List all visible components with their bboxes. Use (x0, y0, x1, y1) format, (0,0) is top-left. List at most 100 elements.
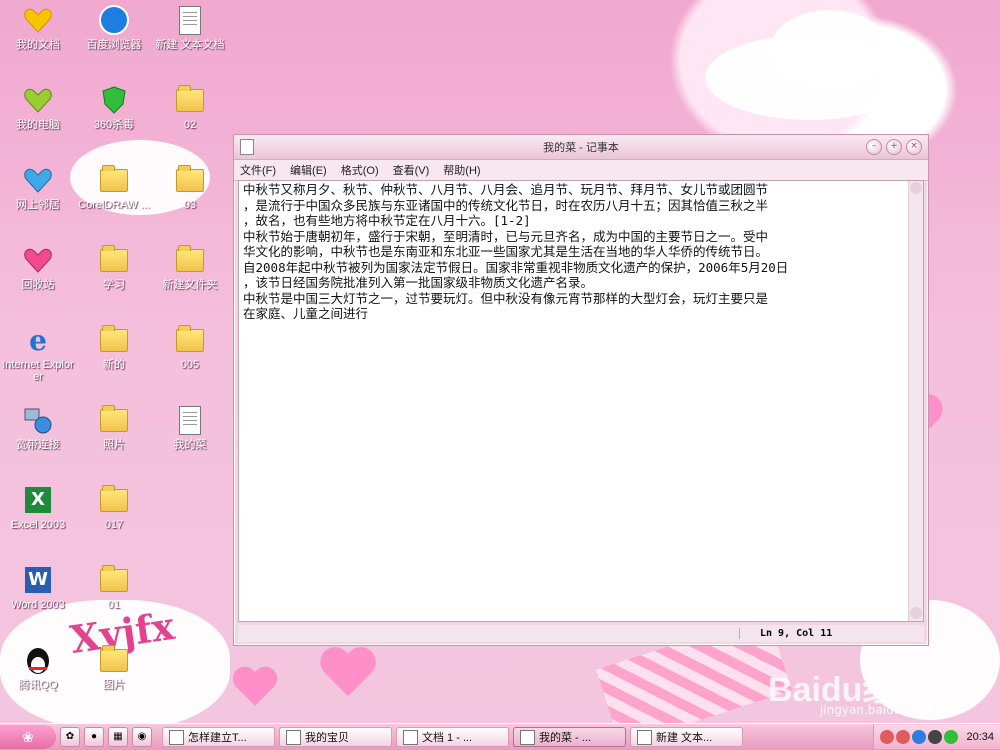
folder-icon (97, 483, 131, 517)
shield-icon (97, 83, 131, 117)
excel-icon: X (21, 483, 55, 517)
folder-icon (173, 83, 207, 117)
heart-icon (21, 3, 55, 37)
vertical-scrollbar[interactable] (908, 181, 923, 621)
text-line: ，是流行于中国众多民族与东亚诸国中的传统文化节日，时在农历八月十五；因其恰值三秋… (243, 197, 769, 213)
desktop-icon-study[interactable]: 学习 (76, 243, 152, 291)
desktop-icon-01[interactable]: 01 (76, 563, 152, 611)
cursor-position: Ln 9, Col 11 (739, 628, 910, 639)
text-document-icon (173, 403, 207, 437)
text-line: 中秋节是中国三大灯节之一，过节要玩灯。但中秋没有像元宵节那样的大型灯会，玩灯主要… (243, 290, 769, 306)
folder-icon (97, 323, 131, 357)
qq-tray-icon[interactable] (880, 730, 895, 744)
folder-icon (173, 323, 207, 357)
menu-file[interactable]: 文件(F) (240, 162, 276, 178)
word-icon (403, 729, 418, 745)
background-cloud (770, 10, 890, 90)
desktop-icon-my-documents[interactable]: 我的文档 (0, 3, 76, 51)
desktop-icon-360-antivirus[interactable]: 360杀毒 (76, 83, 152, 131)
desktop-icon-017[interactable]: 017 (76, 483, 152, 531)
quick-launch-butterfly-icon[interactable]: ✿ (60, 727, 80, 747)
network-icon (21, 403, 55, 437)
desktop-icon-network-places[interactable]: 网上邻居 (0, 163, 76, 211)
menu-edit[interactable]: 编辑(E) (290, 162, 327, 178)
folder-icon (97, 643, 131, 677)
notepad-titlebar[interactable]: 我的菜 - 记事本 – + × (234, 135, 928, 160)
folder-icon (97, 163, 131, 197)
quick-launch-browser-icon[interactable]: ◉ (132, 727, 152, 747)
system-tray: 20:34 (873, 725, 1000, 749)
heart-icon (21, 83, 55, 117)
notepad-icon (520, 729, 535, 745)
heart-icon (21, 163, 55, 197)
desktop-icon-excel[interactable]: X Excel 2003 (0, 483, 76, 531)
qq-penguin-icon (21, 643, 55, 677)
text-document-icon (173, 3, 207, 37)
folder-icon (97, 403, 131, 437)
desktop-icon-photos[interactable]: 照片 (76, 403, 152, 451)
desktop-icon-baidu-browser[interactable]: 百度浏览器 (76, 3, 152, 51)
qq-tray-icon[interactable] (896, 730, 911, 744)
text-editor-area[interactable]: 中秋节又称月夕、秋节、仲秋节、八月节、八月会、追月节、玩月节、拜月节、女儿节或团… (238, 180, 924, 622)
folder-icon (173, 243, 207, 277)
desktop-icon-my-computer[interactable]: 我的电脑 (0, 83, 76, 131)
window-title: 我的菜 - 记事本 (543, 142, 619, 154)
editor-content[interactable]: 中秋节又称月夕、秋节、仲秋节、八月节、八月会、追月节、玩月节、拜月节、女儿节或团… (241, 181, 907, 621)
text-line: 中秋节始于唐朝初年，盛行于宋朝，至明清时，已与元旦齐名，成为中国的主要节日之一。… (243, 228, 769, 244)
taskbar-button[interactable]: 文档 1 - ... (396, 727, 509, 747)
desktop-icon-005[interactable]: 005 (152, 323, 228, 371)
desktop-icon-recycle-bin[interactable]: 回收站 (0, 243, 76, 291)
desktop-icon-broadband[interactable]: 宽带连接 (0, 403, 76, 451)
menubar: 文件(F) 编辑(E) 格式(O) 查看(V) 帮助(H) (234, 160, 928, 181)
quick-launch: ✿ ● ▦ ◉ (60, 727, 152, 747)
heart-icon (21, 243, 55, 277)
ie-icon: e (29, 323, 47, 357)
taskbar-button-active[interactable]: 我的菜 - ... (513, 727, 626, 747)
network-tray-icon[interactable] (912, 730, 927, 744)
menu-format[interactable]: 格式(O) (341, 162, 379, 178)
desktop-icon-new[interactable]: 新的 (76, 323, 152, 371)
desktop-icon-qq[interactable]: 腾讯QQ (0, 643, 76, 691)
desktop-icon-word[interactable]: W Word 2003 (0, 563, 76, 611)
text-line: ，故名，也有些地方将中秋节定在八月十六。[1-2] (243, 213, 531, 228)
desktop-icon-new-folder[interactable]: 新建文件夹 (152, 243, 228, 291)
background-heart (231, 667, 279, 710)
word-icon: W (21, 563, 55, 597)
clock: 20:34 (966, 731, 994, 743)
taskbar-button[interactable]: 怎样建立T... (162, 727, 275, 747)
quick-launch-desktop-icon[interactable]: ▦ (108, 727, 128, 747)
watermark-url: jingyan.baidu.com (820, 703, 931, 717)
scroll-up-arrow[interactable] (910, 182, 922, 194)
resize-grip-icon[interactable] (910, 627, 924, 641)
menu-help[interactable]: 帮助(H) (443, 162, 480, 178)
desktop-icon-my-dish[interactable]: 我的菜 (152, 403, 228, 451)
quick-launch-green-icon[interactable]: ● (84, 727, 104, 747)
background-heart (318, 648, 378, 702)
notepad-icon (637, 729, 652, 745)
text-line: 华文化的影响，中秋节也是东南亚和东北亚一些国家尤其是生活在当地的华人华侨的传统节… (243, 244, 769, 259)
browser-icon (169, 729, 184, 745)
shield-tray-icon[interactable] (944, 730, 959, 744)
scroll-down-arrow[interactable] (910, 607, 922, 619)
text-line: 在家庭、儿童之间进行 (243, 306, 369, 321)
taskbar-button[interactable]: 我的宝贝 (279, 727, 392, 747)
taskbar: ❀ ✿ ● ▦ ◉ 怎样建立T... 我的宝贝 文档 1 - ... 我的菜 -… (0, 723, 1000, 750)
desktop-icon-internet-explorer[interactable]: e Internet Explorer (0, 323, 76, 384)
baidu-browser-icon (97, 3, 131, 37)
text-line: 中秋节又称月夕、秋节、仲秋节、八月节、八月会、追月节、玩月节、拜月节、女儿节或团… (243, 182, 769, 197)
start-button[interactable]: ❀ (0, 725, 56, 749)
desktop-icon-pictures[interactable]: 图片 (76, 643, 152, 691)
desktop-icon-02[interactable]: 02 (152, 83, 228, 131)
folder-icon (97, 243, 131, 277)
taskbar-button[interactable]: 新建 文本... (630, 727, 743, 747)
folder-icon (173, 163, 207, 197)
image-icon (286, 729, 301, 745)
menu-view[interactable]: 查看(V) (393, 162, 430, 178)
status-bar: Ln 9, Col 11 (238, 625, 924, 642)
desktop-icon-03[interactable]: 03 (152, 163, 228, 211)
volume-tray-icon[interactable] (928, 730, 943, 744)
text-line: ，该节日经国务院批准列入第一批国家级非物质文化遗产名录。 (243, 275, 594, 290)
desktop-icon-new-text-doc[interactable]: 新建 文本文档 (152, 3, 228, 51)
text-line: 自2008年起中秋节被列为国家法定节假日。国家非常重视非物质文化遗产的保护，20… (243, 259, 789, 275)
desktop-icon-coreldraw[interactable]: CorelDRAW ... (76, 163, 152, 211)
